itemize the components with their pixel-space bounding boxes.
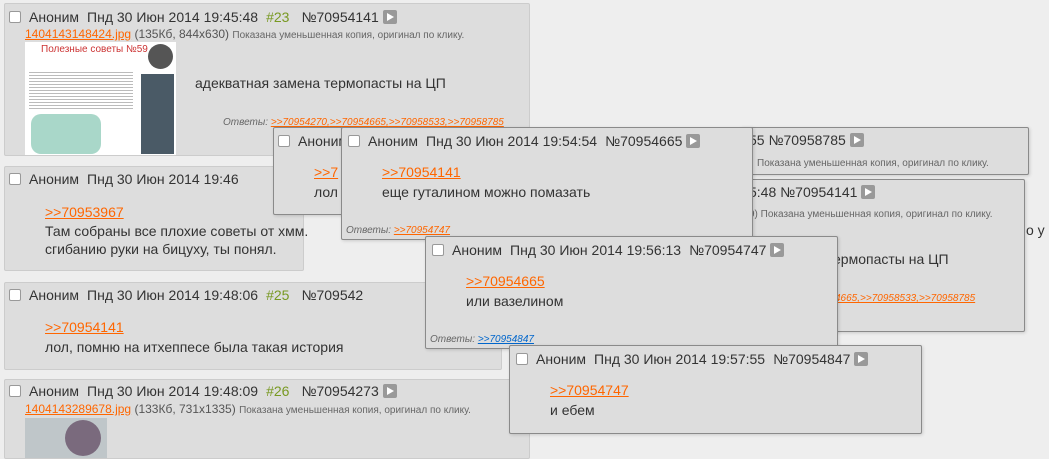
answers: 4665,>>70958533,>>70958785: [835, 293, 975, 304]
post-id[interactable]: 5:48 №70954141: [749, 184, 857, 200]
play-icon[interactable]: [861, 185, 876, 199]
post-number: #26: [266, 383, 290, 399]
select-checkbox[interactable]: [9, 385, 21, 397]
post-date: Пнд 30 Июн 2014 19:57:55: [594, 351, 766, 367]
play-icon[interactable]: [770, 243, 785, 257]
post-text: лол: [314, 184, 338, 200]
post-date: Пнд 30 Июн 2014 19:46: [87, 171, 239, 187]
answers: Ответы: >>70954847: [430, 334, 534, 345]
image-thumbnail[interactable]: [25, 418, 107, 458]
answer-link[interactable]: >>70958785: [919, 293, 975, 304]
post-text-line: сгибанию руки на бицуху, ты понял.: [45, 241, 277, 257]
popup-post-70954665: Аноним Пнд 30 Июн 2014 19:54:54 №7095466…: [341, 127, 753, 240]
answer-link[interactable]: 4665,: [835, 293, 860, 304]
post-date: Пнд 30 Июн 2014 19:48:09: [87, 383, 259, 399]
answer-link[interactable]: >>70954847: [478, 334, 534, 345]
poster-name: Аноним: [29, 9, 80, 25]
select-checkbox[interactable]: [432, 244, 444, 256]
image-thumbnail[interactable]: Полезные советы №59: [25, 42, 176, 155]
file-info: 1404143148424.jpg (135Кб, 844x630) Показ…: [25, 27, 465, 41]
popup-post: 55 №70958785 Показана уменьшенная копия,…: [740, 127, 1029, 175]
play-icon[interactable]: [382, 10, 397, 24]
play-icon[interactable]: [849, 133, 864, 147]
popup-post-70954747: Аноним Пнд 30 Июн 2014 19:56:13 №7095474…: [425, 236, 838, 349]
clipped-text: о у: [1026, 222, 1045, 238]
post-date: Пнд 30 Июн 2014 19:54:54: [426, 133, 598, 149]
reply-link[interactable]: >>70954665: [466, 273, 545, 289]
post-id[interactable]: №70954665: [605, 133, 682, 149]
post-text: лол, помню на итхеппесе была такая истор…: [45, 339, 344, 355]
answer-link[interactable]: >>70958533,: [860, 293, 919, 304]
post-id[interactable]: №70954747: [689, 242, 766, 258]
thumb-title: Полезные советы №59: [41, 44, 148, 55]
post-id[interactable]: №709542: [301, 287, 363, 303]
poster-name: Аноним: [29, 287, 80, 303]
answers: Ответы: >>70954747: [346, 225, 450, 236]
poster-name: Аноним: [29, 383, 80, 399]
poster-name: Аноним: [29, 171, 80, 187]
post-text: еще гуталином можно помазать: [382, 184, 591, 200]
file-info: 1404143289678.jpg (133Кб, 731x1335) Пока…: [25, 402, 471, 416]
post-number: #23: [266, 9, 290, 25]
poster-name: Аноним: [452, 242, 503, 258]
reply-link[interactable]: >>70953967: [45, 204, 124, 220]
play-icon[interactable]: [382, 384, 397, 398]
select-checkbox[interactable]: [9, 11, 21, 23]
post-text: или вазелином: [466, 293, 564, 309]
post-number: #25: [266, 287, 290, 303]
post-reply: Аноним Пнд 30 Июн 2014 19:46 >>70953967 …: [4, 166, 308, 271]
select-checkbox[interactable]: [516, 353, 528, 365]
post-text-line: Там собраны все плохие советы от хмм.: [45, 223, 309, 239]
poster-name: Аноним: [536, 351, 587, 367]
post-date: Пнд 30 Июн 2014 19:45:48: [87, 9, 259, 25]
play-icon[interactable]: [686, 134, 701, 148]
post-70954273: Аноним Пнд 30 Июн 2014 19:48:09 #26 №709…: [4, 379, 530, 459]
reply-link[interactable]: >>70954141: [382, 164, 461, 180]
post-id[interactable]: №70954141: [301, 9, 378, 25]
post-date: Пнд 30 Июн 2014 19:56:13: [510, 242, 682, 258]
post-text: ермопасты на ЦП: [833, 251, 949, 267]
answer-link[interactable]: >>70954747: [394, 225, 450, 236]
select-checkbox[interactable]: [9, 289, 21, 301]
reply-link[interactable]: >>7: [314, 164, 338, 180]
select-checkbox[interactable]: [348, 135, 360, 147]
file-link[interactable]: 1404143148424.jpg: [25, 27, 131, 41]
select-checkbox[interactable]: [278, 135, 290, 147]
file-link[interactable]: 1404143289678.jpg: [25, 402, 131, 416]
popup-post-70954847: Аноним Пнд 30 Июн 2014 19:57:55 №7095484…: [509, 345, 922, 434]
poster-name: Аноним: [368, 133, 419, 149]
reply-link[interactable]: >>70954747: [550, 382, 629, 398]
post-id[interactable]: №70954273: [301, 383, 378, 399]
reply-link[interactable]: >>70954141: [45, 319, 124, 335]
post-text: и ебем: [550, 402, 595, 418]
play-icon[interactable]: [854, 352, 869, 366]
select-checkbox[interactable]: [9, 173, 21, 185]
post-date: Пнд 30 Июн 2014 19:48:06: [87, 287, 259, 303]
post-id[interactable]: 55 №70958785: [749, 132, 846, 148]
post-id[interactable]: №70954847: [773, 351, 850, 367]
post-text: адекватная замена термопасты на ЦП: [195, 75, 446, 91]
